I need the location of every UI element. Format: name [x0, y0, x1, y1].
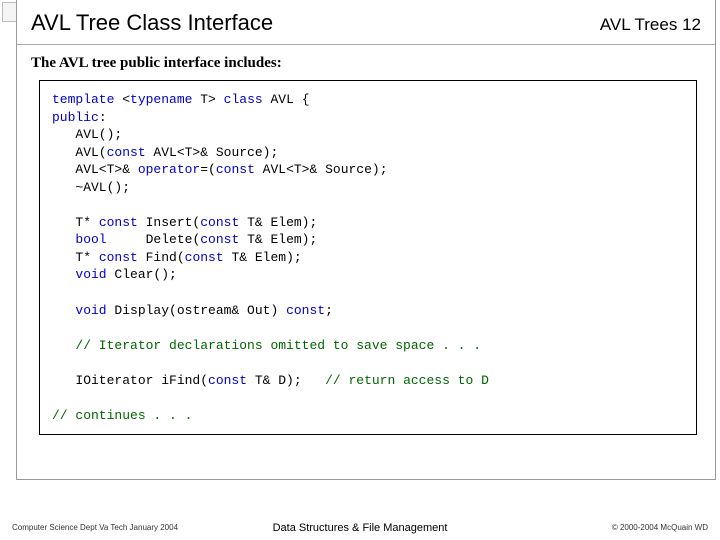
code-token: const — [208, 373, 247, 388]
code-comment: // continues . . . — [52, 408, 192, 423]
code-token: Display(ostream& Out) — [107, 303, 286, 318]
code-token: AVL<T>& Source); — [255, 162, 388, 177]
code-comment: // return access to D — [325, 373, 489, 388]
code-token: const — [200, 232, 239, 247]
code-block: template <typename T> class AVL { public… — [39, 80, 697, 435]
code-token: T* — [52, 250, 99, 265]
code-token — [52, 303, 75, 318]
footer-right: © 2000-2004 McQuain WD — [612, 523, 708, 532]
code-token: AVL( — [52, 145, 107, 160]
slide-frame: AVL Tree Class Interface AVL Trees 12 Th… — [16, 0, 716, 480]
code-token: ~AVL(); — [52, 180, 130, 195]
code-token: < — [114, 92, 130, 107]
code-token: class — [224, 92, 263, 107]
slide-subtitle: The AVL tree public interface includes: — [17, 45, 715, 78]
code-token: T> — [192, 92, 223, 107]
code-token: AVL { — [263, 92, 310, 107]
code-token: Clear(); — [107, 267, 177, 282]
code-token: bool — [75, 232, 106, 247]
code-token: ; — [325, 303, 333, 318]
footer-left: Computer Science Dept Va Tech January 20… — [12, 523, 178, 532]
code-token: AVL<T>& Source); — [146, 145, 279, 160]
footer-center: Data Structures & File Management — [273, 522, 448, 534]
code-token: : — [99, 110, 107, 125]
code-token — [52, 267, 75, 282]
code-token — [52, 338, 75, 353]
code-token: const — [200, 215, 239, 230]
code-token: const — [99, 250, 138, 265]
code-token: IOiterator iFind( — [52, 373, 208, 388]
code-token: Insert( — [138, 215, 200, 230]
code-token: const — [107, 145, 146, 160]
code-token: template — [52, 92, 114, 107]
page-indicator: AVL Trees 12 — [600, 15, 701, 35]
code-token: AVL<T>& — [52, 162, 138, 177]
code-token: T* — [52, 215, 99, 230]
slide-header: AVL Tree Class Interface AVL Trees 12 — [17, 0, 715, 45]
code-token: Delete( — [107, 232, 201, 247]
code-token: const — [286, 303, 325, 318]
code-token: =( — [200, 162, 216, 177]
code-token: void — [75, 267, 106, 282]
slide-footer: Computer Science Dept Va Tech January 20… — [0, 523, 720, 532]
section-name: AVL Trees — [600, 15, 677, 34]
code-token: T& Elem); — [239, 232, 317, 247]
code-token: Find( — [138, 250, 185, 265]
code-token: const — [216, 162, 255, 177]
code-token: typename — [130, 92, 192, 107]
code-token: T& Elem); — [224, 250, 302, 265]
code-token — [52, 232, 75, 247]
page-number: 12 — [682, 15, 701, 34]
code-token: operator — [138, 162, 200, 177]
code-token: const — [185, 250, 224, 265]
code-token: T& Elem); — [239, 215, 317, 230]
code-token: AVL(); — [52, 127, 122, 142]
slide-title: AVL Tree Class Interface — [31, 10, 273, 36]
code-token: const — [99, 215, 138, 230]
code-token: T& D); — [247, 373, 325, 388]
code-token: void — [75, 303, 106, 318]
code-comment: // Iterator declarations omitted to save… — [75, 338, 481, 353]
code-token: public — [52, 110, 99, 125]
